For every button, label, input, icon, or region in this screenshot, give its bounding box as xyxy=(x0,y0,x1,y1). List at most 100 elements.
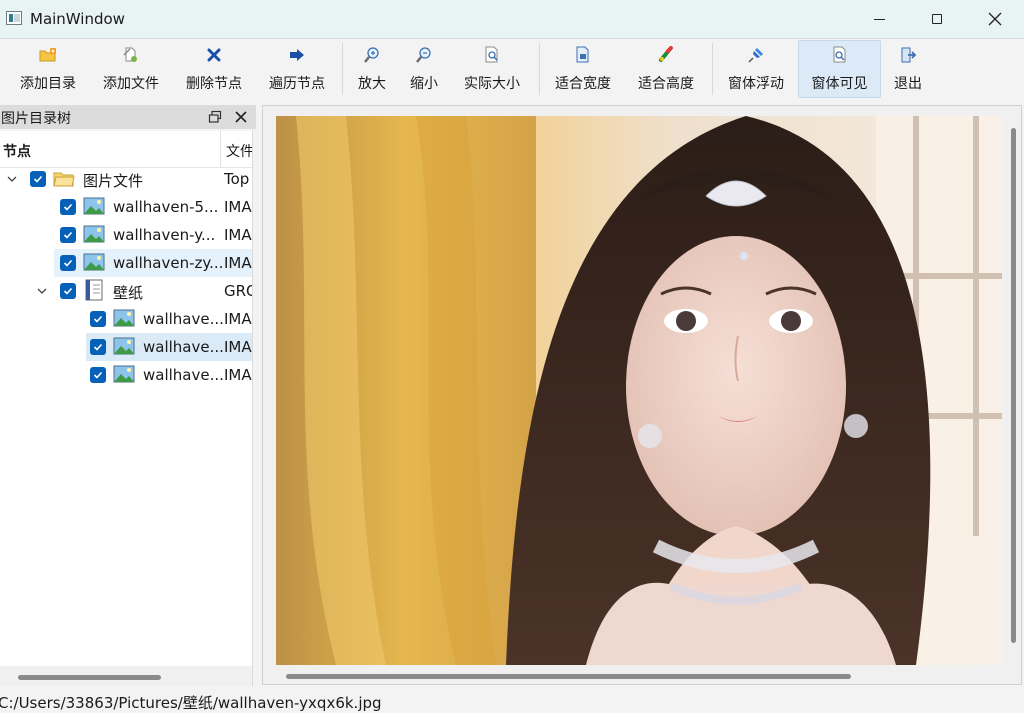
zoom-in-button[interactable]: 放大 xyxy=(350,40,394,98)
app-icon xyxy=(6,11,22,25)
window-visible-label: 窗体可见 xyxy=(811,76,868,92)
delete-node-button[interactable]: 删除节点 xyxy=(178,40,250,98)
fit-width-button[interactable]: 适合宽度 xyxy=(547,40,619,98)
tree-row[interactable]: wallhaven-zy... IMA xyxy=(54,249,252,277)
scrollbar-thumb[interactable] xyxy=(18,675,161,680)
tree-row[interactable]: 图片文件 Top xyxy=(0,165,252,193)
zoom-in-label: 放大 xyxy=(358,76,386,92)
tree-row[interactable]: wallhaven-5... IMA xyxy=(0,193,252,221)
traverse-nodes-label: 遍历节点 xyxy=(269,76,325,92)
image-icon xyxy=(83,225,105,243)
title-bar: MainWindow xyxy=(0,0,1024,39)
check-icon xyxy=(93,371,103,379)
column-divider[interactable] xyxy=(220,131,221,167)
fit-width-icon xyxy=(576,46,589,63)
pin-icon xyxy=(748,48,763,63)
tree-row-label: wallhaven-5... xyxy=(113,198,219,216)
traverse-nodes-button[interactable]: 遍历节点 xyxy=(261,40,333,98)
toolbar-separator xyxy=(712,43,713,95)
delete-node-label: 删除节点 xyxy=(186,76,242,92)
tree-row[interactable]: wallhave... IMA xyxy=(0,361,252,389)
tree-row-selected[interactable]: wallhave... IMA xyxy=(86,333,252,361)
toolbar: 添加目录 添加文件 删除节点 遍历节点 放大 缩小 实际大小 适合宽度 适合高度… xyxy=(0,39,1024,101)
dock-header: 图片目录树 xyxy=(0,105,256,129)
check-icon xyxy=(33,175,43,183)
add-directory-label: 添加目录 xyxy=(20,76,76,92)
tree-row-type: IMA xyxy=(224,366,252,384)
add-directory-button[interactable]: 添加目录 xyxy=(12,40,84,98)
status-bar: C:/Users/33863/Pictures/壁纸/wallhaven-yxq… xyxy=(0,688,1024,713)
tree-row[interactable]: 壁纸 GRO xyxy=(0,277,252,305)
tree-horizontal-scrollbar[interactable] xyxy=(0,666,252,686)
close-icon xyxy=(988,12,1002,26)
fit-height-label: 适合高度 xyxy=(638,76,694,92)
window-float-button[interactable]: 窗体浮动 xyxy=(720,40,792,98)
image-icon xyxy=(83,197,105,215)
delete-icon xyxy=(207,48,221,62)
checkbox[interactable] xyxy=(60,227,76,243)
toolbar-separator xyxy=(539,43,540,95)
tree-row-label: wallhave... xyxy=(143,366,224,384)
displayed-image xyxy=(276,116,1002,665)
zoom-out-button[interactable]: 缩小 xyxy=(402,40,446,98)
checkbox[interactable] xyxy=(90,311,106,327)
tree-row-type: IMA xyxy=(224,338,252,356)
exit-icon xyxy=(901,47,917,63)
tree-row-type: IMA xyxy=(224,254,252,272)
zoom-out-icon xyxy=(416,47,431,63)
image-icon xyxy=(83,253,105,271)
tree-row-type: GRO xyxy=(224,282,252,300)
group-icon xyxy=(85,279,103,301)
dock-close-icon[interactable] xyxy=(234,110,248,124)
actual-size-button[interactable]: 实际大小 xyxy=(456,40,528,98)
folder-icon xyxy=(53,172,75,187)
status-file-path: C:/Users/33863/Pictures/壁纸/wallhaven-yxq… xyxy=(0,694,382,712)
checkbox[interactable] xyxy=(90,339,106,355)
maximize-icon xyxy=(932,14,942,24)
image-icon xyxy=(113,309,135,327)
chevron-down-icon[interactable] xyxy=(6,173,18,185)
scrollbar-thumb[interactable] xyxy=(1011,128,1016,643)
vertical-scrollbar[interactable] xyxy=(1005,120,1017,660)
minimize-button[interactable] xyxy=(850,0,908,38)
horizontal-scrollbar[interactable] xyxy=(276,670,1002,682)
window-title: MainWindow xyxy=(30,10,125,28)
check-icon xyxy=(63,231,73,239)
fit-width-label: 适合宽度 xyxy=(555,76,611,92)
zoom-out-label: 缩小 xyxy=(410,76,438,92)
column-header-node[interactable]: 节点 xyxy=(3,141,31,161)
tree-row-label: wallhaven-y... xyxy=(113,226,216,244)
window-float-label: 窗体浮动 xyxy=(728,76,784,92)
add-file-button[interactable]: 添加文件 xyxy=(96,40,166,98)
scrollbar-thumb[interactable] xyxy=(286,674,851,679)
folder-add-icon xyxy=(39,48,56,62)
tree-row-label: 壁纸 xyxy=(113,284,144,302)
close-button[interactable] xyxy=(966,0,1024,38)
toolbar-separator xyxy=(342,43,343,95)
checkbox[interactable] xyxy=(90,367,106,383)
fit-height-button[interactable]: 适合高度 xyxy=(629,40,703,98)
tree-row-label: 图片文件 xyxy=(83,172,144,190)
image-display[interactable] xyxy=(276,116,1002,665)
tree-row-label: wallhave... xyxy=(143,310,224,328)
tree-row-type: IMA xyxy=(224,198,252,216)
checkbox[interactable] xyxy=(60,255,76,271)
image-directory-tree[interactable]: 节点 文件 图片文件 Top wallhaven-5... IMA wallha… xyxy=(0,131,253,686)
tree-row-type: IMA xyxy=(224,310,252,328)
maximize-button[interactable] xyxy=(908,0,966,38)
checkbox[interactable] xyxy=(60,199,76,215)
visible-icon xyxy=(833,46,845,63)
column-header-file[interactable]: 文件 xyxy=(226,141,252,161)
tree-row[interactable]: wallhaven-y... IMA xyxy=(0,221,252,249)
file-add-icon xyxy=(123,47,137,62)
exit-button[interactable]: 退出 xyxy=(886,40,930,98)
chevron-down-icon[interactable] xyxy=(36,285,48,297)
exit-label: 退出 xyxy=(894,76,922,92)
checkbox[interactable] xyxy=(30,171,46,187)
checkbox[interactable] xyxy=(60,283,76,299)
dock-float-icon[interactable] xyxy=(208,110,222,124)
tree-row[interactable]: wallhave... IMA xyxy=(0,305,252,333)
window-visible-button[interactable]: 窗体可见 xyxy=(798,40,881,98)
image-icon xyxy=(113,365,135,383)
dock-title: 图片目录树 xyxy=(1,111,71,127)
